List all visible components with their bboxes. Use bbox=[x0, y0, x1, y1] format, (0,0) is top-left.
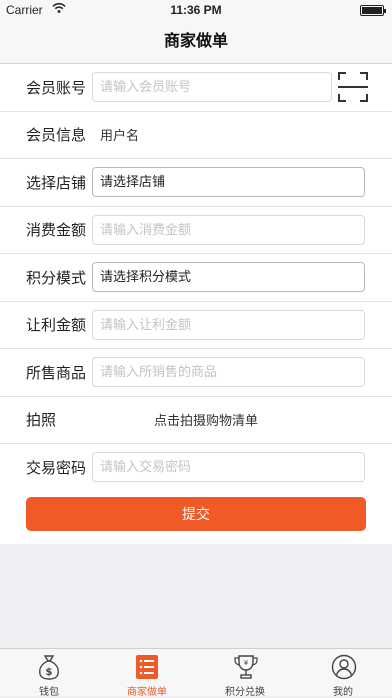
submit-area: 提交 bbox=[0, 486, 392, 544]
amount-row: 消费金额 请输入消费金额 bbox=[0, 207, 392, 254]
nav-bar: 商家做单 bbox=[0, 20, 392, 64]
photo-label: 拍照 bbox=[26, 412, 57, 430]
photo-row[interactable]: 拍照 点击拍摄购物清单 bbox=[0, 397, 392, 444]
points-mode-label: 积分模式 bbox=[26, 269, 87, 287]
points-mode-row: 积分模式 请选择积分模式 bbox=[0, 254, 392, 302]
amount-input[interactable]: 请输入消费金额 bbox=[92, 214, 365, 245]
trophy-icon: ¥ bbox=[233, 654, 258, 680]
member-account-label: 会员账号 bbox=[26, 79, 87, 97]
store-row: 选择店铺 请选择店铺 bbox=[0, 159, 392, 207]
user-icon bbox=[331, 654, 357, 680]
list-icon bbox=[135, 654, 159, 680]
discount-input[interactable]: 请输入让利金额 bbox=[92, 309, 365, 340]
submit-button[interactable]: 提交 bbox=[26, 497, 366, 531]
store-label: 选择店铺 bbox=[26, 174, 87, 192]
amount-label: 消费金额 bbox=[26, 222, 87, 240]
status-bar: Carrier 11:36 PM bbox=[0, 0, 392, 20]
member-info-label: 会员信息 bbox=[26, 127, 87, 145]
goods-row: 所售商品 请输入所销售的商品 bbox=[0, 349, 392, 397]
member-name-value: 用户名 bbox=[100, 128, 140, 144]
tab-bar: $ 钱包 商家做单 ¥ 积分兑换 我的 bbox=[0, 648, 392, 698]
member-account-input[interactable]: 请输入会员账号 bbox=[92, 72, 332, 103]
member-info-row: 会员信息 用户名 bbox=[0, 112, 392, 159]
money-bag-icon: $ bbox=[37, 654, 61, 680]
tab-mine[interactable]: 我的 bbox=[294, 649, 392, 698]
member-account-row: 会员账号 请输入会员账号 bbox=[0, 64, 392, 112]
battery-icon bbox=[360, 5, 386, 16]
password-row: 交易密码 请输入交易密码 bbox=[0, 444, 392, 492]
svg-text:¥: ¥ bbox=[244, 659, 249, 667]
store-select[interactable]: 请选择店铺 bbox=[92, 167, 365, 198]
take-photo-link[interactable]: 点击拍摄购物清单 bbox=[92, 410, 258, 429]
goods-label: 所售商品 bbox=[26, 364, 87, 382]
qr-scan-icon[interactable] bbox=[337, 71, 369, 103]
password-label: 交易密码 bbox=[26, 459, 87, 477]
discount-label: 让利金额 bbox=[26, 317, 87, 335]
goods-input[interactable]: 请输入所销售的商品 bbox=[92, 357, 365, 388]
tab-points-exchange[interactable]: ¥ 积分兑换 bbox=[196, 649, 294, 698]
points-mode-select[interactable]: 请选择积分模式 bbox=[92, 262, 365, 293]
page-title: 商家做单 bbox=[163, 33, 228, 50]
order-form: 会员账号 请输入会员账号 会员信息 用户名 选择店铺 请选择店铺 消费金额 请输… bbox=[0, 64, 392, 492]
svg-text:$: $ bbox=[46, 667, 53, 678]
tab-wallet[interactable]: $ 钱包 bbox=[0, 649, 98, 698]
status-time: 11:36 PM bbox=[170, 3, 222, 17]
tab-merchant-order[interactable]: 商家做单 bbox=[98, 649, 196, 698]
discount-row: 让利金额 请输入让利金额 bbox=[0, 302, 392, 349]
password-input[interactable]: 请输入交易密码 bbox=[92, 452, 365, 483]
